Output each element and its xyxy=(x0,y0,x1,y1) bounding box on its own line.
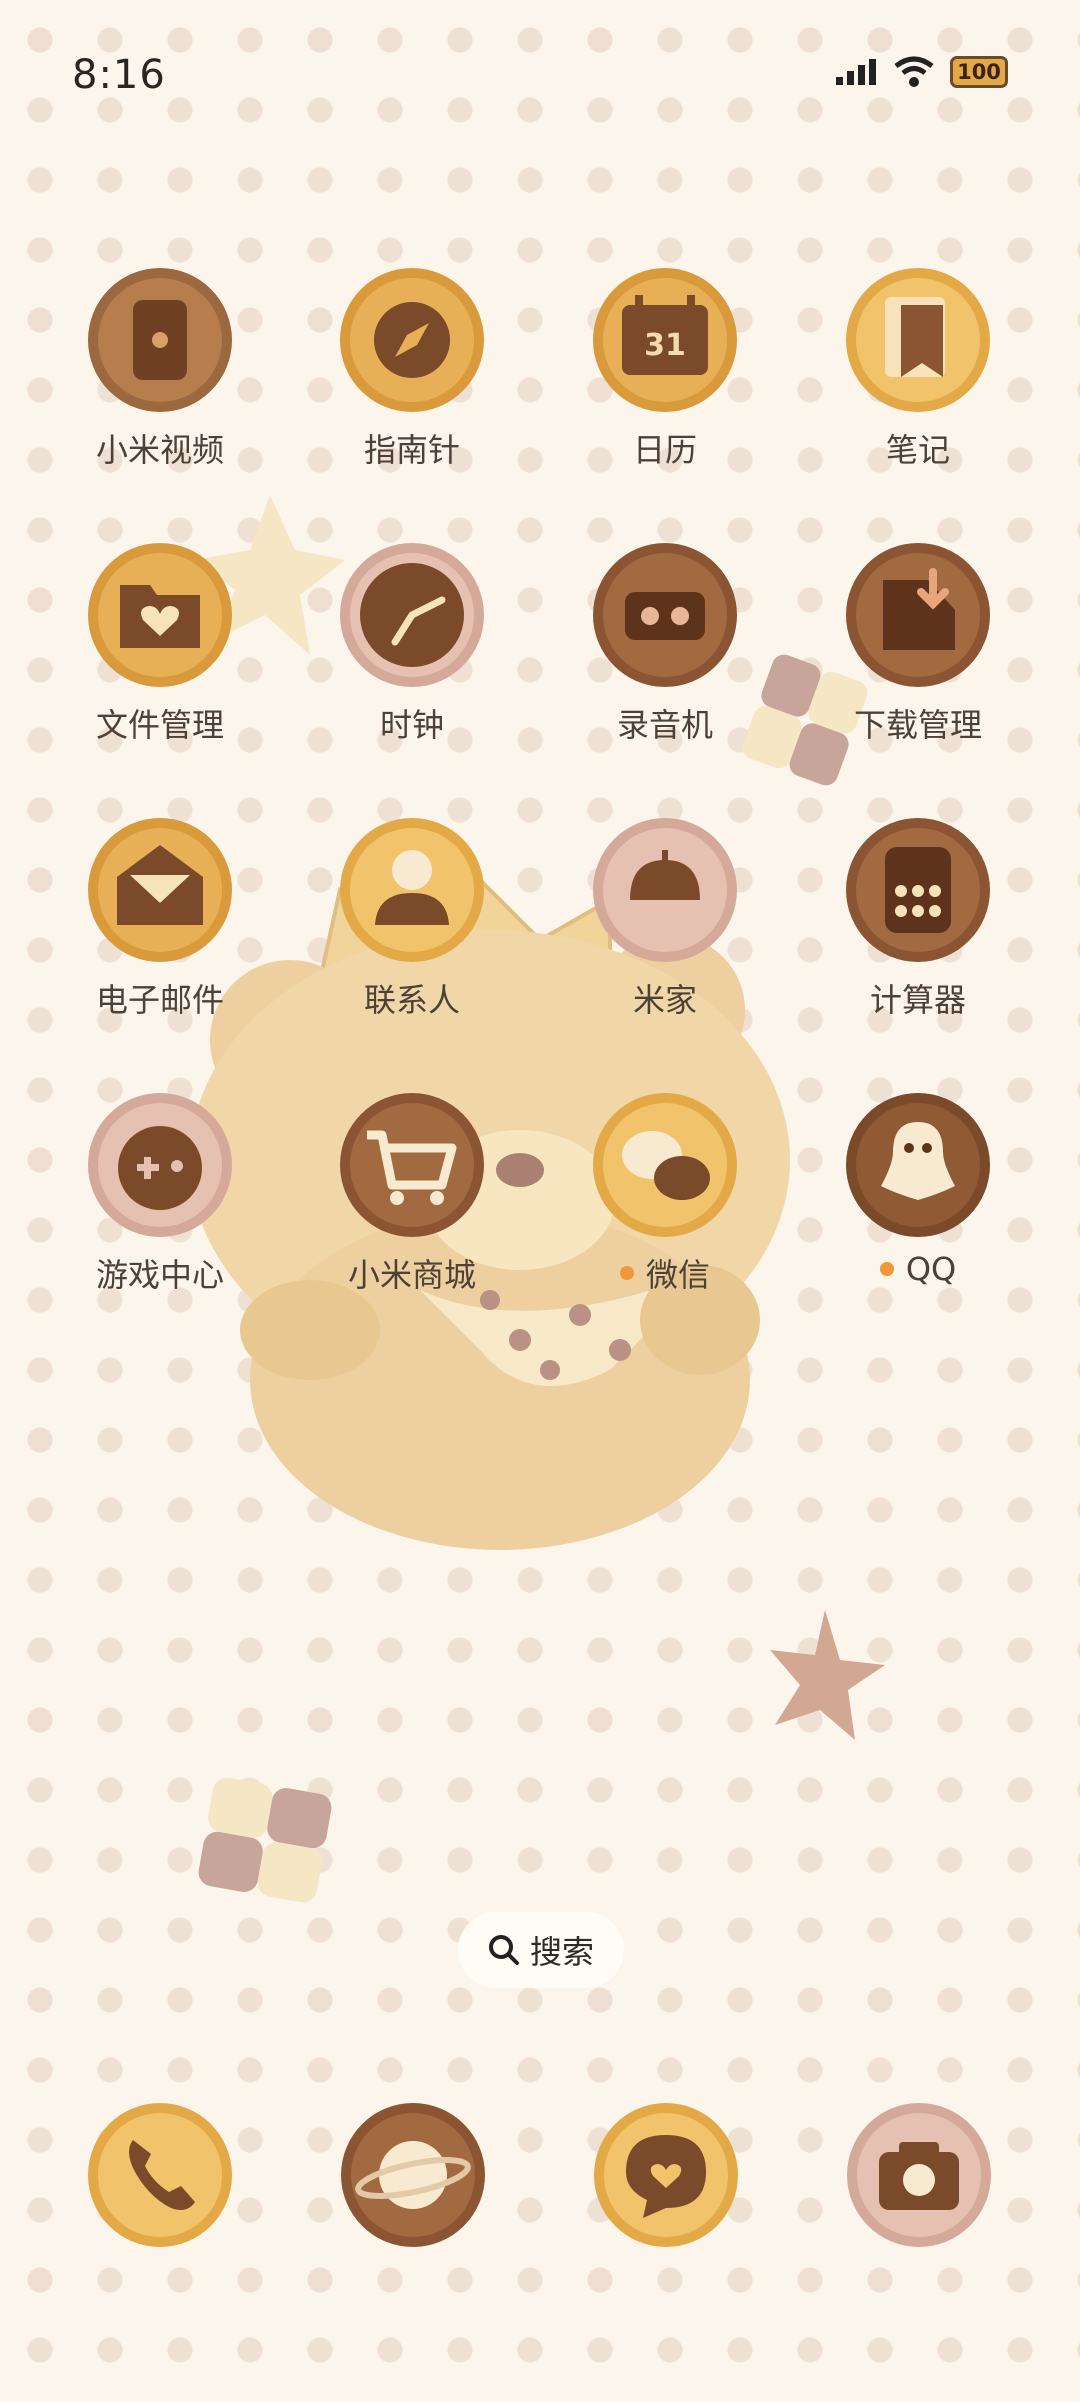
app-label: 联系人 xyxy=(363,981,460,1019)
recorder-icon xyxy=(593,543,737,687)
phone-icon xyxy=(88,2103,232,2247)
app-recorder[interactable]: 录音机 xyxy=(545,540,785,744)
app-mi-home[interactable]: 米家 xyxy=(545,815,785,1019)
app-mi-store[interactable]: 小米商城 xyxy=(292,1090,532,1294)
new-install-dot xyxy=(619,1266,634,1280)
search-button[interactable]: 搜索 xyxy=(458,1912,624,1988)
wifi-icon xyxy=(894,56,934,87)
app-label: 游戏中心 xyxy=(95,1256,224,1294)
notes-icon xyxy=(846,268,990,412)
contact-icon xyxy=(340,818,484,962)
app-file-manager[interactable]: 文件管理 xyxy=(40,540,280,744)
gamepad-icon xyxy=(88,1093,232,1237)
calendar-icon: 31 xyxy=(593,268,737,412)
wechat-icon xyxy=(593,1093,737,1237)
smart-home-icon xyxy=(593,818,737,962)
app-qq[interactable]: QQ xyxy=(798,1090,1038,1288)
app-download-manager[interactable]: 下载管理 xyxy=(798,540,1038,744)
cart-icon xyxy=(340,1093,484,1237)
app-label: 文件管理 xyxy=(95,706,224,744)
app-label: 录音机 xyxy=(616,706,713,744)
video-icon xyxy=(88,268,232,412)
new-install-dot xyxy=(879,1262,894,1276)
message-heart-icon xyxy=(594,2103,738,2247)
app-label: 日历 xyxy=(632,431,697,469)
app-label: 计算器 xyxy=(869,981,966,1019)
status-icons: 100 xyxy=(836,56,1008,88)
app-label: 下载管理 xyxy=(853,706,982,744)
app-label: 时钟 xyxy=(379,706,444,744)
search-label: 搜索 xyxy=(529,1933,594,1971)
search-icon xyxy=(488,1935,519,1965)
battery-icon: 100 xyxy=(950,56,1008,88)
pink-star-cookie-decoration xyxy=(770,1610,885,1740)
app-label: 微信 xyxy=(545,1250,785,1296)
app-mi-video[interactable]: 小米视频 xyxy=(40,265,280,469)
app-label: 指南针 xyxy=(363,431,460,469)
camera-icon xyxy=(847,2103,991,2247)
status-bar: 8:16 100 xyxy=(0,0,1080,150)
app-label: 米家 xyxy=(632,981,697,1019)
planet-icon xyxy=(341,2103,485,2247)
envelope-icon xyxy=(88,818,232,962)
calculator-icon xyxy=(846,818,990,962)
download-icon xyxy=(846,543,990,687)
app-label: 小米商城 xyxy=(347,1256,476,1294)
app-email[interactable]: 电子邮件 xyxy=(40,815,280,1019)
app-calculator[interactable]: 计算器 xyxy=(798,815,1038,1019)
app-compass[interactable]: 指南针 xyxy=(292,265,532,469)
dock-messages[interactable] xyxy=(586,2100,746,2250)
app-label: QQ xyxy=(798,1250,1038,1288)
app-game-center[interactable]: 游戏中心 xyxy=(40,1090,280,1294)
app-contacts[interactable]: 联系人 xyxy=(292,815,532,1019)
folder-heart-icon xyxy=(88,543,232,687)
compass-icon xyxy=(340,268,484,412)
app-clock[interactable]: 时钟 xyxy=(292,540,532,744)
app-label: 笔记 xyxy=(885,431,950,469)
calendar-day: 31 xyxy=(644,328,686,363)
status-time: 8:16 xyxy=(72,52,166,98)
app-calendar[interactable]: 31 日历 xyxy=(545,265,785,469)
signal-icon xyxy=(836,59,876,85)
checker-cookie-decoration-2 xyxy=(198,1777,332,1903)
penguin-icon xyxy=(846,1093,990,1237)
dock-phone[interactable] xyxy=(80,2100,240,2250)
dock-browser[interactable] xyxy=(333,2100,493,2250)
app-wechat[interactable]: 微信 xyxy=(545,1090,785,1294)
clock-icon xyxy=(340,543,484,687)
app-label: 电子邮件 xyxy=(95,981,224,1019)
dock-camera[interactable] xyxy=(839,2100,999,2250)
app-label: 小米视频 xyxy=(95,431,224,469)
app-notes[interactable]: 笔记 xyxy=(798,265,1038,469)
